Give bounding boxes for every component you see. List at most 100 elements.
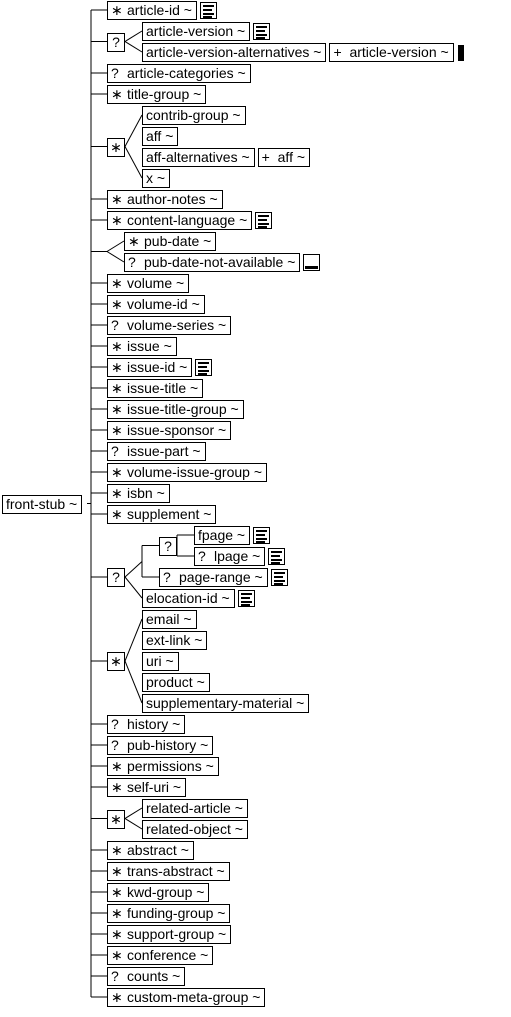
element-box-isbn[interactable]: ∗ isbn ~ bbox=[107, 484, 170, 503]
element-box-aff[interactable]: aff ~ bbox=[142, 127, 179, 146]
occurrence-marker: ∗ bbox=[111, 275, 123, 291]
element-box-ext-link[interactable]: ext-link ~ bbox=[142, 631, 208, 650]
sequence-compositor[interactable]: ? bbox=[159, 536, 177, 556]
element-box-pub-date-not-available[interactable]: ? pub-date-not-available ~ bbox=[124, 253, 301, 272]
element-box-issue-sponsor[interactable]: ∗ issue-sponsor ~ bbox=[107, 421, 232, 440]
child-element-box-article-version[interactable]: + article-version ~ bbox=[329, 43, 454, 62]
occurrence-marker: ? bbox=[111, 317, 119, 333]
node-aff: aff ~ bbox=[142, 127, 179, 146]
child-element-box-aff[interactable]: + aff ~ bbox=[257, 148, 311, 167]
text-content-icon bbox=[268, 548, 286, 565]
element-box-history[interactable]: ? history ~ bbox=[107, 715, 186, 734]
element-box-uri[interactable]: uri ~ bbox=[142, 652, 179, 671]
element-box-title-group[interactable]: ∗ title-group ~ bbox=[107, 85, 207, 104]
element-box-contrib-group[interactable]: contrib-group ~ bbox=[142, 106, 246, 125]
element-box-volume-id[interactable]: ∗ volume-id ~ bbox=[107, 295, 205, 314]
choice-compositor[interactable]: ? bbox=[107, 568, 125, 587]
element-box-x[interactable]: x ~ bbox=[142, 169, 171, 188]
element-box-supplement[interactable]: ∗ supplement ~ bbox=[107, 505, 217, 524]
node-fpage: fpage ~ bbox=[194, 526, 271, 545]
node-contrib-group: contrib-group ~ bbox=[142, 106, 246, 125]
element-box-article-version-alternatives[interactable]: article-version-alternatives ~ bbox=[142, 43, 327, 62]
element-box-counts[interactable]: ? counts ~ bbox=[107, 967, 186, 986]
node-abstract: ∗ abstract ~ bbox=[107, 841, 194, 860]
node-page-range: ? page-range ~ bbox=[159, 568, 288, 587]
node-isbn: ∗ isbn ~ bbox=[107, 484, 170, 503]
element-box-pub-history[interactable]: ? pub-history ~ bbox=[107, 736, 214, 755]
element-box-issue-title[interactable]: ∗ issue-title ~ bbox=[107, 379, 204, 398]
root-element-box[interactable]: front-stub ~ bbox=[2, 494, 83, 514]
element-label: pub-date ~ bbox=[144, 233, 212, 249]
element-box-supplementary-material[interactable]: supplementary-material ~ bbox=[142, 694, 310, 713]
element-label: aff-alternatives ~ bbox=[146, 149, 250, 165]
element-box-author-notes[interactable]: ∗ author-notes ~ bbox=[107, 190, 223, 209]
node-pub-date: ∗ pub-date ~ bbox=[124, 232, 217, 251]
element-label: product ~ bbox=[146, 674, 205, 690]
element-label: counts ~ bbox=[127, 968, 181, 984]
occurrence-marker: ∗ bbox=[111, 380, 123, 396]
node-article-version: article-version ~ bbox=[142, 22, 271, 41]
occurrence-marker: ∗ bbox=[111, 191, 123, 207]
root-node: front-stub ~ bbox=[2, 494, 83, 514]
choice-compositor[interactable]: ∗ bbox=[107, 137, 125, 157]
node-volume-series: ? volume-series ~ bbox=[107, 316, 232, 335]
element-box-article-categories[interactable]: ? article-categories ~ bbox=[107, 64, 251, 83]
choice-compositor[interactable]: ? bbox=[107, 32, 125, 52]
element-label: ext-link ~ bbox=[146, 632, 203, 648]
element-box-volume-series[interactable]: ? volume-series ~ bbox=[107, 316, 232, 335]
element-label: issue-id ~ bbox=[127, 359, 188, 375]
element-label: article-version-alternatives ~ bbox=[146, 44, 322, 60]
element-box-funding-group[interactable]: ∗ funding-group ~ bbox=[107, 904, 231, 923]
element-label: volume-id ~ bbox=[127, 296, 200, 312]
element-box-page-range[interactable]: ? page-range ~ bbox=[159, 568, 268, 587]
occurrence-marker: ∗ bbox=[111, 758, 123, 774]
occurrence-marker: ∗ bbox=[111, 863, 123, 879]
element-box-article-version[interactable]: article-version ~ bbox=[142, 22, 251, 41]
element-label: issue-part ~ bbox=[127, 443, 201, 459]
element-box-pub-date[interactable]: ∗ pub-date ~ bbox=[124, 232, 217, 251]
element-label: issue-title-group ~ bbox=[127, 401, 239, 417]
node-volume: ∗ volume ~ bbox=[107, 274, 190, 293]
element-box-issue-id[interactable]: ∗ issue-id ~ bbox=[107, 358, 193, 377]
occurrence-marker: ∗ bbox=[128, 233, 140, 249]
empty-element-icon bbox=[303, 254, 321, 271]
element-box-email[interactable]: email ~ bbox=[142, 610, 197, 629]
element-box-conference[interactable]: ∗ conference ~ bbox=[107, 946, 214, 965]
element-box-issue-title-group[interactable]: ∗ issue-title-group ~ bbox=[107, 400, 244, 419]
element-label: volume-issue-group ~ bbox=[127, 464, 263, 480]
element-box-lpage[interactable]: ? lpage ~ bbox=[194, 547, 266, 566]
node-supplement: ∗ supplement ~ bbox=[107, 505, 217, 524]
element-box-custom-meta-group[interactable]: ∗ custom-meta-group ~ bbox=[107, 988, 266, 1007]
element-box-related-article[interactable]: related-article ~ bbox=[142, 799, 248, 818]
connector-line bbox=[124, 30, 143, 42]
element-box-article-id[interactable]: ∗ article-id ~ bbox=[107, 1, 197, 20]
element-box-volume-issue-group[interactable]: ∗ volume-issue-group ~ bbox=[107, 463, 268, 482]
element-box-issue-part[interactable]: ? issue-part ~ bbox=[107, 442, 206, 461]
element-box-fpage[interactable]: fpage ~ bbox=[194, 526, 251, 545]
occurrence-marker: ? bbox=[163, 569, 171, 585]
element-box-permissions[interactable]: ∗ permissions ~ bbox=[107, 757, 219, 776]
element-label: article-version ~ bbox=[146, 23, 246, 39]
element-label: isbn ~ bbox=[127, 485, 165, 501]
element-box-support-group[interactable]: ∗ support-group ~ bbox=[107, 925, 232, 944]
choice-compositor[interactable]: ∗ bbox=[107, 809, 125, 829]
element-box-content-language[interactable]: ∗ content-language ~ bbox=[107, 211, 253, 230]
element-box-self-uri[interactable]: ∗ self-uri ~ bbox=[107, 778, 187, 797]
choice-compositor[interactable]: ∗ bbox=[107, 652, 125, 671]
element-box-trans-abstract[interactable]: ∗ trans-abstract ~ bbox=[107, 862, 230, 881]
element-box-abstract[interactable]: ∗ abstract ~ bbox=[107, 841, 194, 860]
element-box-kwd-group[interactable]: ∗ kwd-group ~ bbox=[107, 883, 210, 902]
element-box-product[interactable]: product ~ bbox=[142, 673, 210, 692]
element-box-volume[interactable]: ∗ volume ~ bbox=[107, 274, 190, 293]
node-counts: ? counts ~ bbox=[107, 967, 186, 986]
node-pub-date-not-available: ? pub-date-not-available ~ bbox=[124, 253, 321, 272]
node-funding-group: ∗ funding-group ~ bbox=[107, 904, 231, 923]
element-box-aff-alternatives[interactable]: aff-alternatives ~ bbox=[142, 148, 255, 167]
element-box-issue[interactable]: ∗ issue ~ bbox=[107, 337, 177, 356]
element-label: email ~ bbox=[146, 611, 192, 627]
node-elocation-id: elocation-id ~ bbox=[142, 589, 255, 608]
connector-line bbox=[124, 576, 143, 599]
element-box-related-object[interactable]: related-object ~ bbox=[142, 820, 248, 839]
node-title-group: ∗ title-group ~ bbox=[107, 85, 207, 104]
element-box-elocation-id[interactable]: elocation-id ~ bbox=[142, 589, 235, 608]
